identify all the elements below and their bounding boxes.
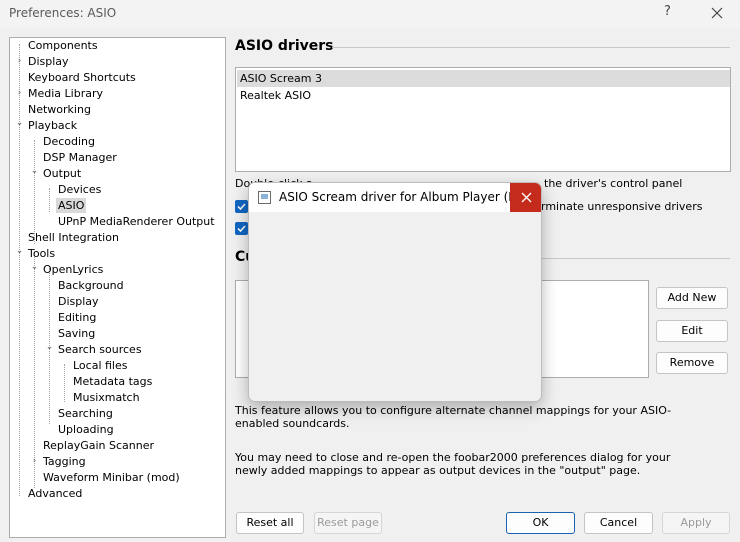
edit-button[interactable]: Edit xyxy=(656,320,728,342)
tree-item-local-files[interactable]: Local files xyxy=(71,358,130,373)
terminate-drivers-checkbox[interactable] xyxy=(235,200,248,213)
tree-guide-line xyxy=(34,252,35,488)
tree-item-display[interactable]: Display xyxy=(26,54,71,69)
app-window-icon xyxy=(258,191,271,204)
cancel-button[interactable]: Cancel xyxy=(584,512,653,534)
reset-page-button[interactable]: Reset page xyxy=(314,512,382,534)
reset-all-button[interactable]: Reset all xyxy=(236,512,304,534)
second-option-checkbox[interactable] xyxy=(235,222,248,235)
tree-item-decoding[interactable]: Decoding xyxy=(41,134,97,149)
tree-item-editing[interactable]: Editing xyxy=(56,310,98,325)
preferences-tree[interactable]: Components › Display Keyboard Shortcuts … xyxy=(9,37,226,538)
remove-button[interactable]: Remove xyxy=(656,352,728,374)
help-button[interactable]: ? xyxy=(664,4,671,19)
dialog-title-bar[interactable]: ASIO Scream driver for Album Player (He.… xyxy=(249,183,541,212)
title-bar[interactable]: Preferences: ASIO ? xyxy=(0,0,740,28)
terminate-drivers-label: rminate unresponsive drivers xyxy=(541,200,703,213)
tree-item-networking[interactable]: Networking xyxy=(26,102,93,117)
apply-button[interactable]: Apply xyxy=(662,512,730,534)
tree-item-upnp-mediarenderer-output[interactable]: UPnP MediaRenderer Output xyxy=(56,214,217,229)
tree-item-output[interactable]: Output xyxy=(41,166,83,181)
tree-item-tagging[interactable]: Tagging xyxy=(41,454,88,469)
tree-item-replaygain-scanner[interactable]: ReplayGain Scanner xyxy=(41,438,156,453)
tree-guide-line xyxy=(64,364,65,402)
tree-item-playback[interactable]: Playback xyxy=(26,118,79,133)
tree-item-musixmatch[interactable]: Musixmatch xyxy=(71,390,142,405)
preferences-window: Preferences: ASIO ? Components › Display… xyxy=(0,0,740,542)
asio-drivers-heading: ASIO drivers xyxy=(235,38,334,54)
tree-guide-line xyxy=(34,140,35,244)
tree-item-openlyrics-display[interactable]: Display xyxy=(56,294,101,309)
driver-hint-text-tail: the driver's control panel xyxy=(544,177,683,190)
tree-guide-line xyxy=(19,44,20,496)
dialog-title: ASIO Scream driver for Album Player (He.… xyxy=(279,190,537,204)
feature-description: This feature allows you to configure alt… xyxy=(235,404,672,430)
tree-item-saving[interactable]: Saving xyxy=(56,326,97,341)
tree-item-search-sources[interactable]: Search sources xyxy=(56,342,144,357)
tree-item-keyboard-shortcuts[interactable]: Keyboard Shortcuts xyxy=(26,70,138,85)
chevron-down-icon[interactable]: ⌄ xyxy=(15,244,24,259)
reopen-note: You may need to close and re-open the fo… xyxy=(235,451,671,477)
close-icon[interactable] xyxy=(706,3,728,23)
tree-item-waveform-minibar[interactable]: Waveform Minibar (mod) xyxy=(41,470,182,485)
driver-row[interactable]: Realtek ASIO xyxy=(237,87,730,104)
chevron-right-icon[interactable]: › xyxy=(15,86,24,101)
tree-item-devices[interactable]: Devices xyxy=(56,182,103,197)
section-divider xyxy=(332,47,730,48)
tree-item-shell-integration[interactable]: Shell Integration xyxy=(26,230,121,245)
tree-item-metadata-tags[interactable]: Metadata tags xyxy=(71,374,154,389)
tree-item-asio[interactable]: ASIO xyxy=(56,198,87,213)
tree-item-advanced[interactable]: Advanced xyxy=(26,486,84,501)
scream-driver-dialog[interactable]: ASIO Scream driver for Album Player (He.… xyxy=(248,182,542,402)
add-new-button[interactable]: Add New xyxy=(656,287,728,309)
chevron-right-icon[interactable]: › xyxy=(30,454,39,469)
chevron-down-icon[interactable]: ⌄ xyxy=(45,340,54,355)
ok-button[interactable]: OK xyxy=(506,512,575,534)
tree-item-searching[interactable]: Searching xyxy=(56,406,115,421)
chevron-down-icon[interactable]: ⌄ xyxy=(30,164,39,179)
section-divider xyxy=(520,258,730,259)
driver-row[interactable]: ASIO Scream 3 xyxy=(237,70,730,87)
tree-item-openlyrics[interactable]: OpenLyrics xyxy=(41,262,105,277)
tree-guide-line xyxy=(49,188,50,212)
chevron-right-icon[interactable]: › xyxy=(15,54,24,69)
tree-item-uploading[interactable]: Uploading xyxy=(56,422,116,437)
tree-item-background[interactable]: Background xyxy=(56,278,126,293)
tree-item-dsp-manager[interactable]: DSP Manager xyxy=(41,150,119,165)
asio-drivers-list[interactable]: ASIO Scream 3 Realtek ASIO xyxy=(235,67,731,172)
tree-item-media-library[interactable]: Media Library xyxy=(26,86,105,101)
tree-item-components[interactable]: Components xyxy=(26,38,100,53)
tree-item-tools[interactable]: Tools xyxy=(26,246,57,261)
close-icon[interactable] xyxy=(510,183,541,212)
chevron-down-icon[interactable]: ⌄ xyxy=(30,260,39,275)
window-title: Preferences: ASIO xyxy=(9,6,117,20)
chevron-down-icon[interactable]: ⌄ xyxy=(15,116,24,131)
